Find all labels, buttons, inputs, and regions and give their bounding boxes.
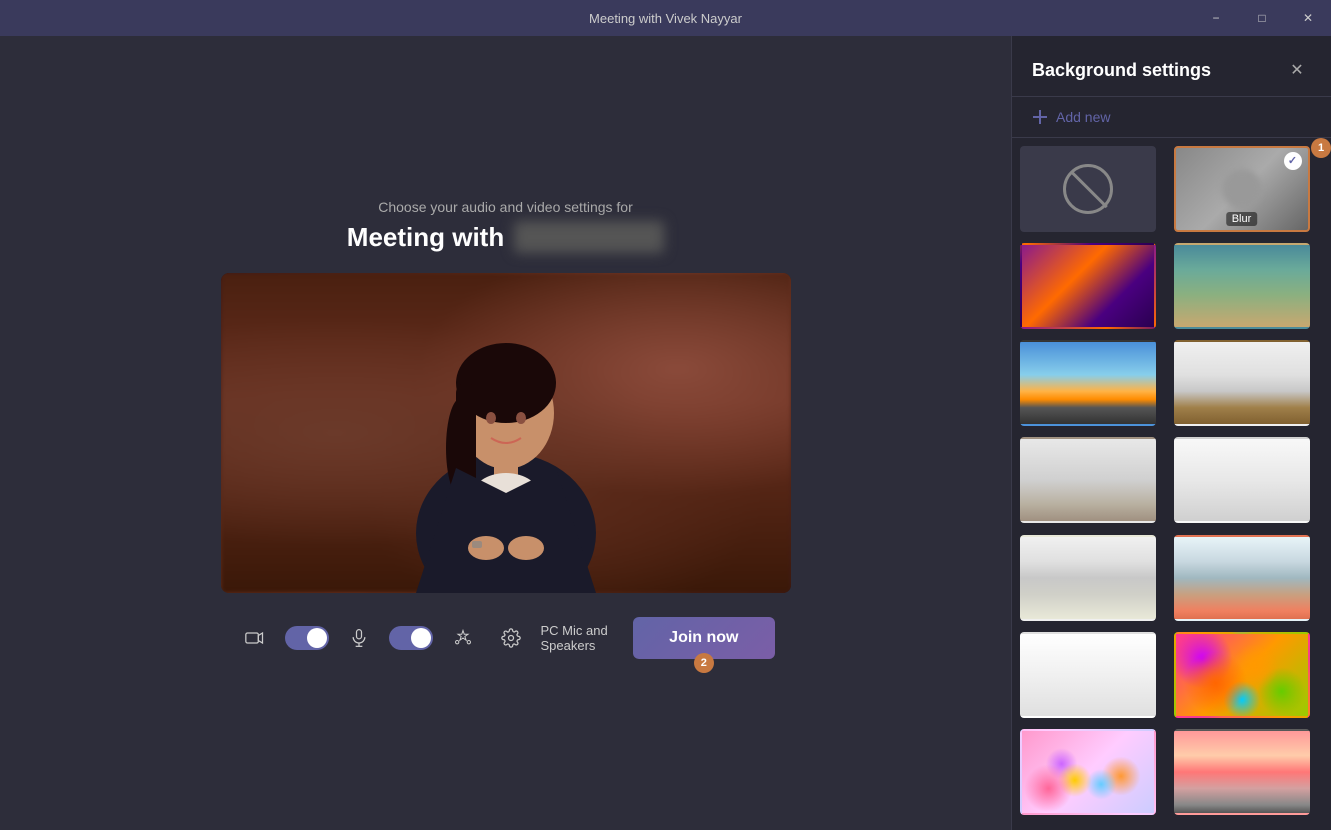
background-settings-title: Background settings	[1032, 60, 1211, 81]
background-empty[interactable]	[1020, 632, 1156, 718]
meeting-prefix: Meeting with	[347, 222, 504, 253]
meeting-name-redacted	[514, 221, 664, 253]
video-preview-container	[221, 273, 791, 593]
background-city-wrapper	[1020, 340, 1170, 433]
plus-icon	[1032, 109, 1048, 125]
background-minimal[interactable]	[1020, 437, 1156, 523]
setup-instruction: Choose your audio and video settings for	[378, 199, 633, 215]
blur-preview-circle	[1222, 169, 1262, 209]
background-office[interactable]	[1174, 243, 1310, 329]
window-controls: − □ ✕	[1193, 0, 1331, 36]
audio-device-label: PC Mic and Speakers	[541, 623, 622, 653]
left-panel: Choose your audio and video settings for…	[0, 36, 1011, 830]
close-button[interactable]: ✕	[1285, 0, 1331, 36]
maximize-button[interactable]: □	[1239, 0, 1285, 36]
background-modern-open[interactable]	[1174, 535, 1310, 621]
meeting-title: Meeting with	[347, 221, 664, 253]
settings-button[interactable]	[493, 620, 529, 656]
join-button-wrapper: Join now 2	[633, 617, 774, 659]
background-balloons[interactable]	[1020, 729, 1156, 815]
background-white-room-wrapper	[1174, 437, 1324, 530]
main-layout: Choose your audio and video settings for…	[0, 36, 1331, 830]
gear-icon	[501, 628, 521, 648]
background-concert[interactable]	[1020, 243, 1156, 329]
background-modern-room-wrapper	[1174, 340, 1324, 433]
background-bedroom[interactable]	[1020, 535, 1156, 621]
background-grid: 1 Blur	[1012, 138, 1331, 830]
mic-button[interactable]	[341, 620, 377, 656]
background-bedroom-wrapper	[1020, 535, 1170, 628]
video-toggle[interactable]	[285, 626, 329, 650]
background-settings-panel: Background settings ✕ Add new 1	[1011, 36, 1331, 830]
join-badge: 2	[694, 653, 714, 673]
window-title: Meeting with Vivek Nayyar	[589, 11, 742, 26]
background-colorful-balls[interactable]	[1174, 632, 1310, 718]
person-silhouette	[376, 293, 636, 593]
mic-icon	[349, 628, 369, 648]
background-bridge[interactable]	[1174, 729, 1310, 815]
effects-button[interactable]	[445, 620, 481, 656]
titlebar: Meeting with Vivek Nayyar − □ ✕	[0, 0, 1331, 36]
background-modern-room[interactable]	[1174, 340, 1310, 426]
background-office-wrapper	[1174, 243, 1324, 336]
background-bridge-wrapper	[1174, 729, 1324, 822]
background-none[interactable]	[1020, 146, 1156, 232]
background-balloons-wrapper	[1020, 729, 1170, 822]
effects-icon	[453, 628, 473, 648]
background-white-room[interactable]	[1174, 437, 1310, 523]
background-blur-wrapper: 1 Blur	[1174, 146, 1324, 239]
camera-button[interactable]	[237, 620, 273, 656]
blur-label: Blur	[1226, 212, 1258, 226]
camera-icon	[245, 628, 265, 648]
selected-count-badge: 1	[1311, 138, 1331, 158]
background-none-wrapper	[1020, 146, 1170, 239]
minimize-button[interactable]: −	[1193, 0, 1239, 36]
audio-toggle-knob	[411, 628, 431, 648]
background-modern-open-wrapper	[1174, 535, 1324, 628]
background-settings-close-button[interactable]: ✕	[1283, 56, 1311, 84]
background-city[interactable]	[1020, 340, 1156, 426]
audio-toggle[interactable]	[389, 626, 433, 650]
no-background-icon	[1063, 164, 1113, 214]
video-preview	[221, 273, 791, 593]
add-new-label: Add new	[1056, 109, 1110, 125]
background-minimal-wrapper	[1020, 437, 1170, 530]
controls-bar: PC Mic and Speakers Join now 2	[221, 609, 791, 667]
add-new-background-button[interactable]: Add new	[1012, 97, 1331, 138]
background-colorful-balls-wrapper	[1174, 632, 1324, 725]
video-toggle-knob	[307, 628, 327, 648]
background-settings-header: Background settings ✕	[1012, 36, 1331, 97]
background-concert-wrapper	[1020, 243, 1170, 336]
background-blur[interactable]: Blur	[1174, 146, 1310, 232]
background-empty-wrapper	[1020, 632, 1170, 725]
